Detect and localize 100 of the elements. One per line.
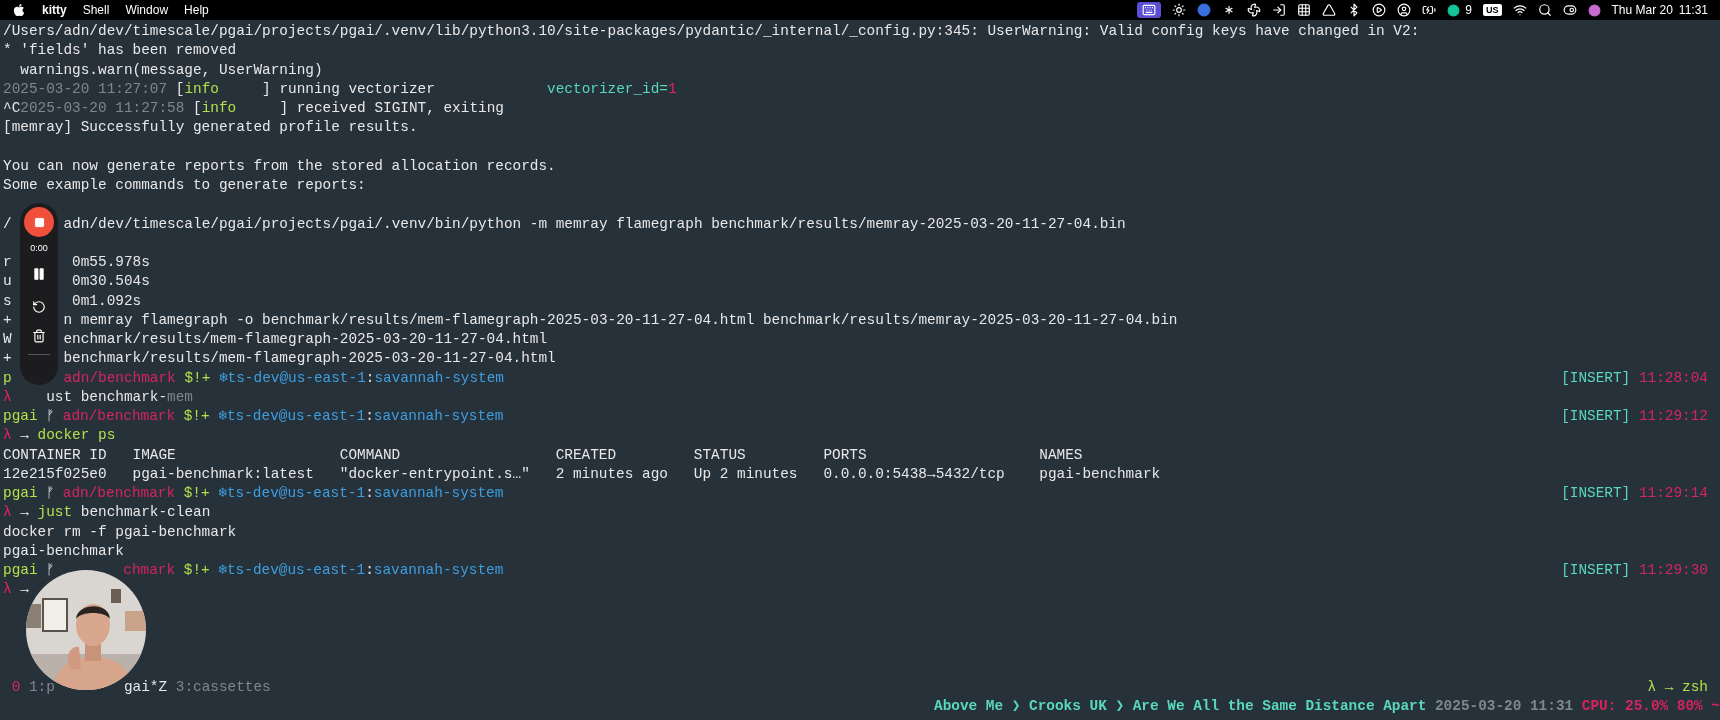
terminal-text: :	[365, 368, 375, 388]
column-header: STATUS	[693, 446, 746, 463]
menu-item[interactable]: Shell	[82, 1, 110, 19]
path-text: adn/benchmark	[62, 407, 176, 426]
terminal-text: /Users/adn/dev/timescale/pgai/projects/pgai/.venv/lib/python3.10/site-packages/pydantic/_internal/_config.py:345: UserWarning: Valid config keys have changed in V2:	[3, 22, 1420, 41]
delete-icon[interactable]	[32, 328, 46, 343]
fan-icon[interactable]	[1247, 3, 1262, 17]
terminal-text: ᚠ	[46, 561, 55, 580]
column-header: CREATED	[555, 446, 617, 463]
dim-text: 3:cassettes	[175, 677, 271, 697]
battery-icon[interactable]	[1422, 3, 1437, 17]
terminal-text: adn/dev/timescale/pgai/projects/pgai/.venv/bin/python -m memray flamegraph benchmark/results/memray-2025-03-20-11-27-04.bin	[63, 214, 1126, 234]
circle-icon[interactable]	[1197, 3, 1212, 17]
table-cell: pgai-benchmark	[1039, 465, 1161, 482]
dim-text: 1:p	[28, 677, 55, 697]
host-text: savannah-system	[373, 407, 504, 426]
menu-item[interactable]: Help	[184, 1, 209, 19]
key-text: Above Me ❯ Crooks UK ❯ Are We All the Same Distance Apart	[934, 696, 1427, 716]
host-text: ❄ts-dev@us-east-1	[218, 407, 366, 426]
terminal-text: n memray flamegraph -o benchmark/results/mem-flamegraph-2025-03-20-11-27-04.html benchmark/results/memray-2025-03-20-11-27-04.bin	[63, 310, 1178, 330]
menu-time[interactable]: 11:31	[1678, 1, 1708, 19]
highlighted-text: λ → zsh	[1647, 677, 1708, 697]
search-icon[interactable]	[1537, 3, 1552, 17]
terminal-text: [	[193, 99, 202, 118]
menu-date[interactable]: Thu Mar 20	[1611, 1, 1673, 19]
error-text: λ	[3, 426, 12, 446]
terminal-text: :	[365, 561, 374, 580]
highlighted-text: $!+	[183, 484, 210, 503]
recording-timer: 0:00	[30, 242, 48, 255]
notification-count: 9	[1465, 2, 1472, 19]
keyboard-icon[interactable]	[1137, 2, 1162, 18]
host-text: ❄ts-dev@us-east-1	[218, 561, 366, 580]
terminal-text: +	[3, 310, 12, 330]
terminal-text: 0m30.504s	[72, 272, 150, 292]
highlighted-text: $!+	[184, 368, 211, 388]
host-text: savannah-system	[373, 484, 504, 503]
circle-icon[interactable]	[1447, 3, 1461, 17]
input-source[interactable]: US	[1483, 4, 1502, 16]
terminal-text: ᚠ	[46, 407, 55, 426]
path-text: 11:29:30	[1638, 561, 1708, 580]
terminal-text: 0m55.978s	[72, 253, 150, 272]
terminal-text: 0m1.092s	[72, 291, 142, 311]
table-cell: 2 minutes ago	[555, 465, 668, 482]
terminal-text: /	[3, 214, 12, 234]
table-cell: 12e215f025e0	[3, 465, 107, 482]
key-text: [INSERT]	[1561, 368, 1631, 388]
stop-button[interactable]	[24, 207, 54, 237]
column-header: IMAGE	[132, 446, 176, 463]
terminal-text: benchmark-clean	[80, 503, 211, 523]
menu-item[interactable]: Window	[125, 1, 169, 19]
highlighted-text: pgai	[3, 561, 38, 580]
terminal-text: benchmark/results/mem-flamegraph-2025-03-20-11-27-04.html	[63, 349, 556, 369]
terminal-text: W	[3, 330, 12, 349]
path-text: 11:29:12	[1638, 407, 1708, 426]
pause-icon[interactable]	[32, 266, 46, 281]
key-text: [INSERT]	[1561, 407, 1631, 426]
highlighted-text: $!+	[183, 561, 210, 580]
terminal-text: r	[3, 253, 12, 272]
terminal-text: pgai-benchmark	[3, 541, 124, 561]
play-icon[interactable]	[1372, 3, 1387, 17]
host-text: ❄ts-dev@us-east-1	[218, 368, 366, 388]
user-icon[interactable]	[1397, 3, 1412, 17]
column-header: CONTAINER ID	[3, 446, 107, 463]
column-header: COMMAND	[339, 446, 401, 463]
path-text: chmark	[123, 561, 176, 580]
path-text: adn/benchmark	[62, 484, 176, 503]
highlighted-text: info	[201, 99, 237, 118]
dim-text: mem	[167, 387, 193, 407]
table-cell: 0.0.0.0:5438→5432/tcp	[823, 465, 1005, 482]
terminal-text: You can now generate reports from the stored allocation records.	[3, 156, 556, 176]
dim-text: 2025-03-20 11:31	[1435, 696, 1574, 716]
stop-icon	[33, 216, 45, 228]
terminal-text: ] received SIGINT, exiting	[279, 99, 504, 118]
restart-icon[interactable]	[32, 299, 46, 314]
highlighted-text: just	[37, 503, 73, 523]
highlighted-text: pgai	[3, 407, 38, 426]
terminal-text: →	[20, 580, 29, 600]
toggle-icon[interactable]	[1562, 3, 1577, 17]
column-header: NAMES	[1039, 446, 1083, 463]
sun-icon[interactable]	[1172, 3, 1187, 17]
terminal-text: ᚠ	[46, 484, 55, 503]
table-cell: Up 2 minutes	[693, 465, 798, 482]
apple-icon[interactable]	[12, 3, 26, 17]
terminal-text: ust benchmark-	[46, 387, 168, 407]
terminal-text: →	[20, 503, 29, 523]
terminal-text: * 'fields' has been removed	[3, 41, 237, 61]
login-icon[interactable]	[1272, 3, 1287, 17]
key-text: [INSERT]	[1561, 561, 1631, 580]
terminal-text: :	[365, 484, 374, 503]
circle-icon[interactable]	[1587, 3, 1601, 17]
terminal-text: gai*Z	[123, 677, 168, 697]
host-text: ❄ts-dev@us-east-1	[218, 484, 366, 503]
terminal-text: s	[3, 291, 12, 311]
host-text: savannah-system	[374, 368, 504, 388]
wifi-icon[interactable]	[1512, 3, 1527, 17]
app-menu[interactable]: kitty	[42, 1, 67, 19]
highlighted-text: $!+	[183, 407, 210, 426]
grid-icon[interactable]	[1297, 3, 1312, 17]
triangle-icon[interactable]	[1322, 3, 1337, 17]
terminal-text: +	[3, 349, 12, 369]
